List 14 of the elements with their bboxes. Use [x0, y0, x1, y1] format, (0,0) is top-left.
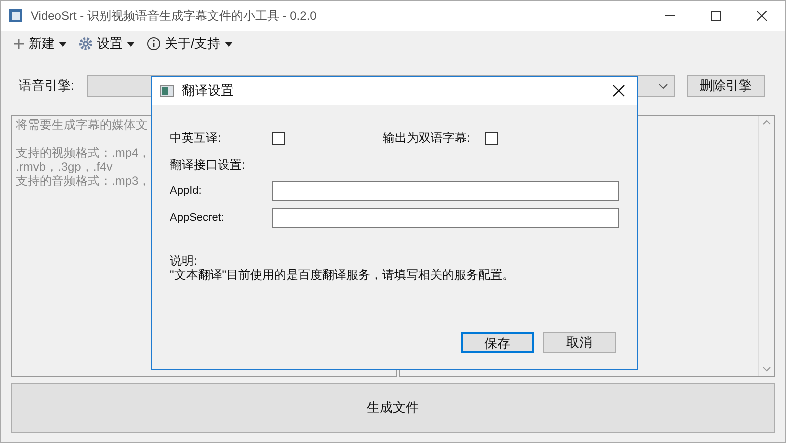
hint-text: 将需要生成字幕的媒体文 — [16, 118, 148, 132]
field-label: AppId: — [170, 184, 203, 199]
note-title: 说明: — [170, 255, 198, 268]
option-label: 输出为双语字幕: — [383, 130, 472, 147]
engine-label: 语音引擎: — [19, 77, 75, 96]
hint-text: 支持的音频格式：.mp3， — [16, 174, 151, 188]
hint-text: .rmvb，.3gp，.f4v — [16, 160, 113, 174]
dialog-title: 翻译设置 — [182, 82, 234, 100]
section-label: 翻译接口设置: — [170, 157, 246, 174]
field-label: AppSecret: — [170, 210, 226, 226]
window-title: VideoSrt - 识别视频语音生成字幕文件的小工具 - 0.2.0 — [31, 8, 317, 25]
hint-text: 支持的视频格式：.mp4， — [16, 146, 151, 160]
note-text: "文本翻译"目前使用的是百度翻译服务，请填写相关的服务配置。 — [170, 268, 515, 282]
option-label: 中英互译: — [170, 130, 222, 147]
